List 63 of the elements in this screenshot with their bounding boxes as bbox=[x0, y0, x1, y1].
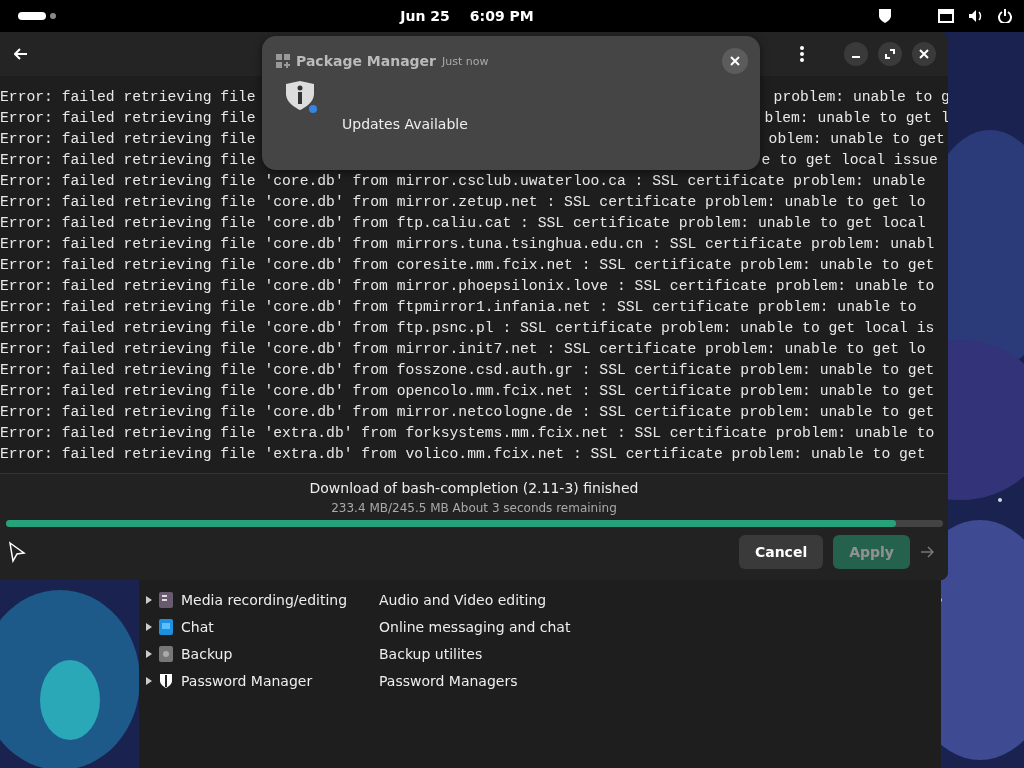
notification-popup[interactable]: Package Manager Just now Updates Available bbox=[262, 36, 760, 170]
maximize-icon bbox=[885, 49, 895, 59]
log-line: Error: failed retrieving file 'core.db' from ftp.caliu.cat : SSL certificate problem: unable to get local bbox=[0, 214, 926, 233]
category-name[interactable]: Backup bbox=[181, 645, 379, 662]
category-name[interactable]: Password Manager bbox=[181, 672, 379, 689]
log-line: Error: failed retrieving file bbox=[0, 109, 256, 128]
app-grid-icon bbox=[276, 54, 290, 68]
clock-time: 6:09 PM bbox=[469, 8, 534, 24]
back-arrow-icon bbox=[14, 48, 28, 60]
close-icon bbox=[730, 56, 740, 66]
notification-time: Just now bbox=[442, 54, 489, 68]
back-button[interactable] bbox=[12, 46, 30, 62]
log-line: e to get local issue bbox=[761, 151, 938, 170]
cancel-button[interactable]: Cancel bbox=[738, 535, 824, 569]
log-line: Error: failed retrieving file 'core.db' from mirror.init7.net : SSL certificate problem: unable to get lo bbox=[0, 340, 926, 359]
log-line: oblem: unable to get bbox=[768, 130, 945, 149]
date: Jun 25 bbox=[400, 8, 450, 24]
log-line: Error: failed retrieving file 'core.db' from ftpmirror1.infania.net : SSL certificate problem: unable to bbox=[0, 298, 917, 317]
forward-arrow-icon[interactable] bbox=[920, 546, 934, 558]
close-button[interactable] bbox=[912, 42, 936, 66]
log-line: Error: failed retrieving file 'core.db' from mirror.netcologne.de : SSL certificate problem: unable to get bbox=[0, 403, 935, 422]
log-line: Error: failed retrieving file 'core.db' from fosszone.csd.auth.gr : SSL certificate problem: unable to get bbox=[0, 361, 935, 380]
shield-icon[interactable] bbox=[878, 8, 892, 24]
volume-icon[interactable] bbox=[968, 9, 984, 23]
close-button[interactable] bbox=[722, 48, 748, 74]
log-line: Error: failed retrieving file bbox=[0, 130, 256, 149]
caret-right-icon[interactable] bbox=[145, 621, 153, 632]
log-line: Error: failed retrieving file 'core.db' from opencolo.mm.fcix.net : SSL certificate problem: unable to get bbox=[0, 382, 935, 401]
mouse-pointer-icon bbox=[8, 541, 26, 563]
log-line: Error: failed retrieving file bbox=[0, 88, 256, 107]
log-line: Error: failed retrieving file 'core.db' from mirrors.tuna.tsinghua.edu.cn : SSL certificate problem: unabl bbox=[0, 235, 935, 254]
caret-right-icon[interactable] bbox=[145, 648, 153, 659]
category-description: Backup utilites bbox=[379, 645, 483, 662]
notification-message: Updates Available bbox=[342, 116, 468, 132]
menu-button[interactable] bbox=[798, 44, 806, 64]
category-name[interactable]: Media recording/editing bbox=[181, 591, 379, 608]
progress-title: Download of bash-completion (2.11-3) finished bbox=[309, 479, 639, 498]
workspace-indicator-icon[interactable] bbox=[18, 11, 56, 21]
log-line: Error: failed retrieving file 'core.db' from mirror.csclub.uwaterloo.ca : SSL certificate problem: unable bbox=[0, 172, 926, 191]
log-line: Error: failed retrieving file 'core.db' from ftp.psnc.pl : SSL certificate problem: unable to get local is bbox=[0, 319, 935, 338]
category-description: Password Managers bbox=[379, 672, 518, 689]
log-line: Error: failed retrieving file 'extra.db' from volico.mm.fcix.net : SSL certificate problem: unable to get bbox=[0, 445, 926, 464]
maximize-button[interactable] bbox=[878, 42, 902, 66]
caret-right-icon[interactable] bbox=[145, 675, 153, 686]
minimize-button[interactable] bbox=[844, 42, 868, 66]
log-line: problem: unable to g bbox=[773, 88, 948, 107]
notification-app-name: Package Manager bbox=[296, 53, 436, 69]
caret-right-icon[interactable] bbox=[145, 594, 153, 605]
category-description: Online messaging and chat bbox=[379, 618, 571, 635]
log-line: Error: failed retrieving file 'core.db' from mirror.phoepsilonix.love : SSL certificate problem: unable to bbox=[0, 277, 935, 296]
power-icon[interactable] bbox=[998, 9, 1012, 23]
log-line: Error: failed retrieving file 'extra.db' from forksystems.mm.fcix.net : SSL certificate problem: unable to bbox=[0, 424, 935, 443]
log-line: Error: failed retrieving file 'core.db' from mirror.zetup.net : SSL certificate problem: unable to get lo bbox=[0, 193, 926, 212]
category-description: Audio and Video editing bbox=[379, 591, 547, 608]
category-name[interactable]: Chat bbox=[181, 618, 379, 635]
window-icon[interactable] bbox=[938, 9, 954, 23]
progress-detail: 233.4 MB/245.5 MB About 3 seconds remaining bbox=[331, 500, 617, 517]
log-line: Error: failed retrieving file bbox=[0, 151, 256, 170]
close-icon bbox=[919, 49, 929, 59]
log-line: Error: failed retrieving file 'core.db' from coresite.mm.fcix.net : SSL certificate problem: unable to get bbox=[0, 256, 935, 275]
shield-icon bbox=[159, 672, 173, 689]
chat-icon bbox=[159, 618, 173, 635]
kebab-menu-icon bbox=[800, 46, 804, 62]
